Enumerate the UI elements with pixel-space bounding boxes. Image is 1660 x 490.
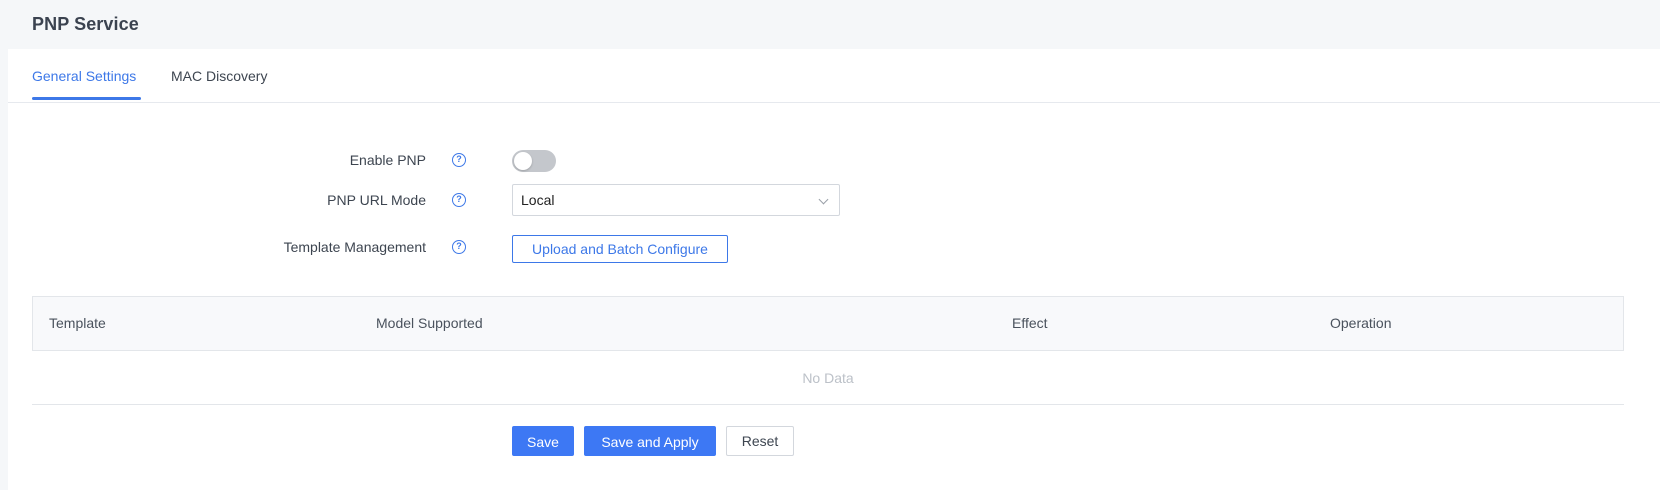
enable-pnp-toggle[interactable] [512, 150, 556, 172]
settings-card: General Settings MAC Discovery Enable PN… [8, 49, 1660, 490]
tab-bar: General Settings MAC Discovery [8, 49, 1660, 103]
template-management-label: Template Management [283, 239, 426, 255]
table-header: Template Model Supported Effect Operatio… [32, 296, 1624, 351]
help-icon[interactable]: ? [452, 153, 466, 167]
save-and-apply-button[interactable]: Save and Apply [584, 426, 716, 456]
enable-pnp-label: Enable PNP [349, 152, 426, 168]
toggle-knob [514, 152, 532, 170]
upload-batch-configure-button[interactable]: Upload and Batch Configure [512, 235, 728, 263]
pnp-url-mode-label: PNP URL Mode [327, 192, 426, 208]
pnp-url-mode-value: Local [521, 192, 555, 208]
tab-general-settings[interactable]: General Settings [32, 49, 136, 103]
save-button[interactable]: Save [512, 426, 574, 456]
active-tab-indicator [32, 97, 141, 100]
tab-mac-discovery[interactable]: MAC Discovery [171, 49, 267, 103]
help-icon[interactable]: ? [452, 193, 466, 207]
pnp-url-mode-row: PNP URL Mode ? Local [8, 184, 1660, 216]
page-title: PNP Service [32, 13, 139, 34]
help-icon[interactable]: ? [452, 240, 466, 254]
reset-button[interactable]: Reset [726, 426, 794, 456]
column-header-template: Template [49, 315, 106, 331]
template-table: Template Model Supported Effect Operatio… [32, 296, 1624, 406]
column-header-effect: Effect [1012, 315, 1048, 331]
pnp-url-mode-select[interactable]: Local [512, 184, 840, 216]
page-header: PNP Service [0, 0, 1660, 48]
column-header-operation: Operation [1330, 315, 1392, 331]
column-header-model-supported: Model Supported [376, 315, 483, 331]
empty-state-text: No Data [32, 351, 1624, 405]
chevron-down-icon [818, 194, 829, 205]
enable-pnp-row: Enable PNP ? [8, 144, 1660, 176]
template-management-row: Template Management ? Upload and Batch C… [8, 231, 1660, 263]
